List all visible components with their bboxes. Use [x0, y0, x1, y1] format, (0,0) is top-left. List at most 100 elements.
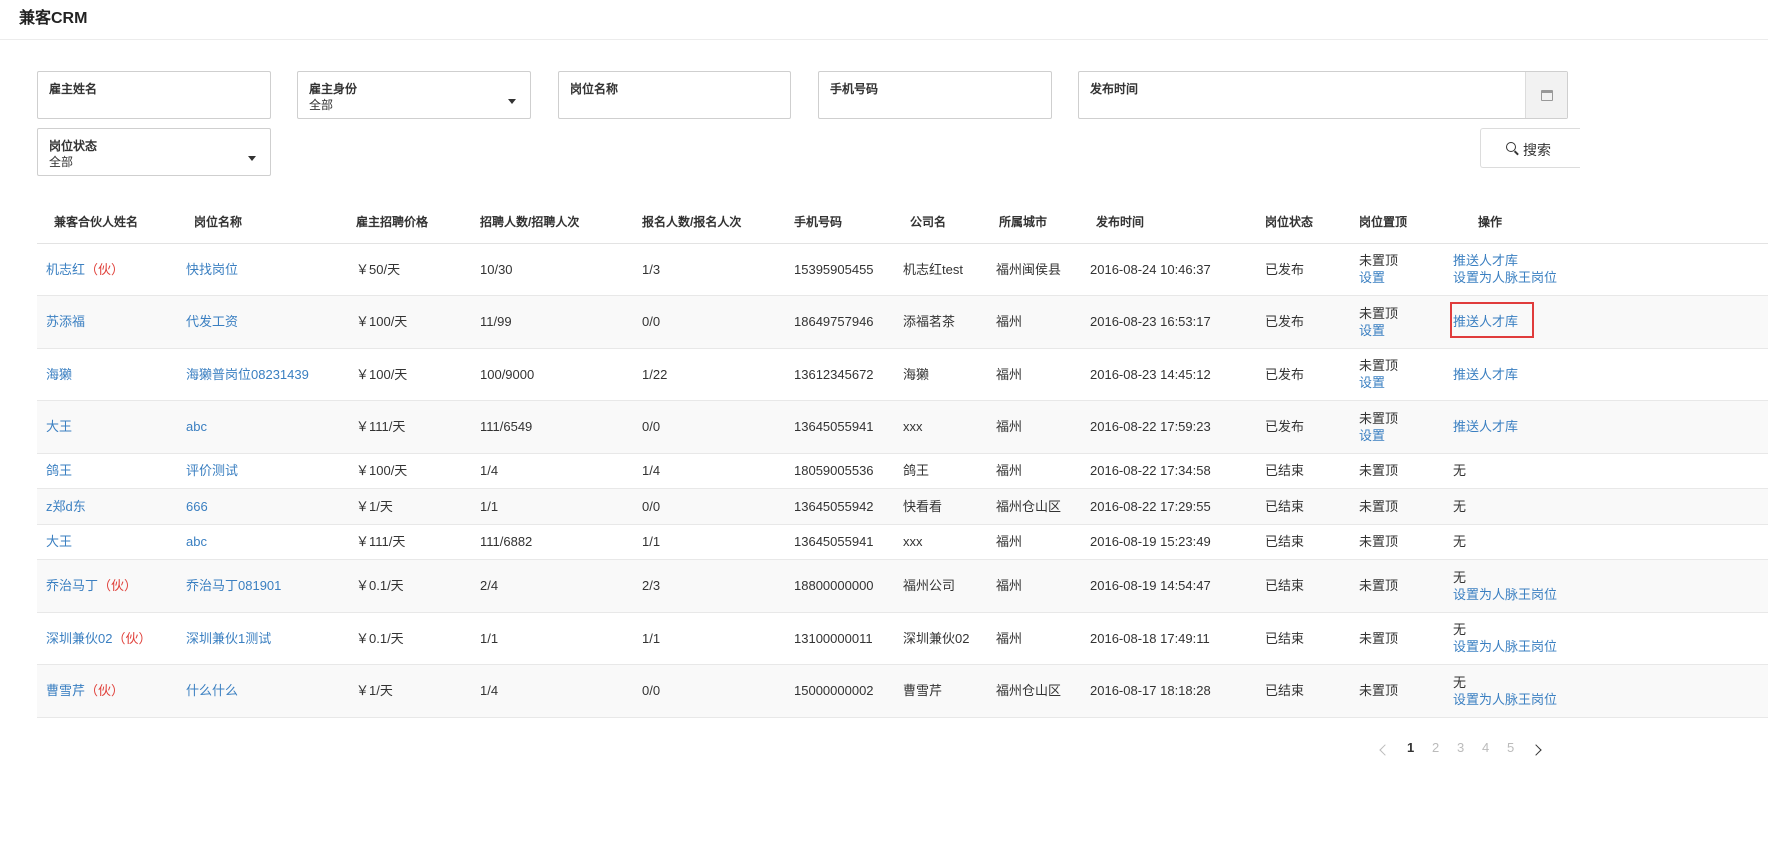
- top-status-text: 未置顶: [1359, 630, 1399, 646]
- table-cell: 1/1: [463, 612, 624, 665]
- table-row: z郑d东 666 ￥1/天 1/1 0/0 13645055942 快看看 福州仓山区 2016…: [37, 488, 1768, 525]
- set-network-king-link[interactable]: 设置为人脉王岗位: [1453, 586, 1768, 603]
- job-title-link[interactable]: 快找岗位: [186, 262, 238, 277]
- chevron-right-icon[interactable]: [1530, 744, 1542, 756]
- table-cell: 什么什么: [177, 664, 346, 718]
- table-cell: 2/3: [624, 559, 785, 613]
- phone-filter[interactable]: 手机号码: [818, 71, 1052, 119]
- partner-name-link[interactable]: 海獭: [46, 367, 72, 382]
- no-action-text: 无: [1453, 674, 1467, 690]
- job-title-link[interactable]: abc: [186, 534, 207, 549]
- chevron-left-icon[interactable]: [1379, 744, 1391, 756]
- apply-count: 1/3: [642, 261, 661, 277]
- table-cell: 福州仓山区: [993, 664, 1088, 718]
- set-top-link[interactable]: 设置: [1359, 374, 1448, 391]
- push-talent-pool-link[interactable]: 推送人才库: [1453, 418, 1768, 435]
- top-status-text: 未置顶: [1359, 534, 1399, 550]
- city-text: 福州闽侯县: [996, 261, 1062, 277]
- push-talent-pool-link[interactable]: 推送人才库: [1453, 252, 1768, 269]
- pagination: 1 2 3 4 5: [1376, 740, 1546, 760]
- employer-identity-select[interactable]: 雇主身份 全部: [297, 71, 531, 119]
- table-cell: 苏添福: [37, 295, 177, 349]
- recruit-count: 1/1: [480, 498, 499, 514]
- page-2[interactable]: 2: [1432, 740, 1439, 755]
- job-title-link[interactable]: 乔治马丁081901: [186, 578, 281, 593]
- price-text: ￥111/天: [356, 419, 406, 435]
- job-title-link[interactable]: 评价测试: [186, 463, 238, 478]
- partner-name-link[interactable]: 深圳兼伙02: [46, 631, 112, 646]
- job-title-filter[interactable]: 岗位名称: [558, 71, 791, 119]
- job-status-label: 岗位状态: [49, 139, 98, 153]
- table-header: 兼客合伙人姓名 岗位名称 雇主招聘价格 招聘人数/招聘人次 报名人数/报名人次 …: [37, 201, 1768, 244]
- table-cell: 大王: [37, 400, 177, 454]
- table-cell: 100/9000: [463, 348, 624, 401]
- job-title-input[interactable]: [570, 96, 770, 110]
- table-cell: 13645055941: [785, 400, 901, 454]
- top-status-text: 未置顶: [1359, 463, 1399, 479]
- publish-time-filter[interactable]: 发布时间: [1078, 71, 1568, 119]
- table-cell: 15395905455: [785, 243, 901, 296]
- set-network-king-link[interactable]: 设置为人脉王岗位: [1453, 269, 1768, 286]
- recruit-count: 11/99: [480, 314, 512, 330]
- employer-name-filter[interactable]: 雇主姓名: [37, 71, 271, 119]
- job-status-select[interactable]: 岗位状态 全部: [37, 128, 271, 176]
- publish-time-text: 2016-08-22 17:34:58: [1090, 463, 1211, 479]
- phone-input[interactable]: [830, 96, 1030, 110]
- partner-name-link[interactable]: 机志红: [46, 262, 85, 277]
- job-title-link[interactable]: 什么什么: [186, 683, 238, 698]
- column-header: 报名人数/报名人次: [624, 201, 785, 244]
- job-title-link[interactable]: 代发工资: [186, 314, 238, 329]
- table-cell: 13612345672: [785, 348, 901, 401]
- column-header: 所属城市: [993, 201, 1088, 244]
- table-cell: 未置顶: [1351, 453, 1448, 489]
- table-cell: ￥0.1/天: [346, 612, 463, 665]
- table-cell: 2016-08-23 14:45:12: [1088, 348, 1255, 401]
- set-network-king-link[interactable]: 设置为人脉王岗位: [1453, 638, 1768, 655]
- job-title-link[interactable]: abc: [186, 419, 207, 434]
- calendar-button[interactable]: [1525, 72, 1567, 118]
- partner-name-link[interactable]: 苏添福: [46, 314, 85, 329]
- partner-name-link[interactable]: z郑d东: [46, 499, 86, 514]
- partner-name-link[interactable]: 鸽王: [46, 463, 72, 478]
- table-cell: ￥100/天: [346, 295, 463, 349]
- table-cell: xxx: [901, 524, 993, 560]
- highlight-box: [1450, 302, 1534, 338]
- partner-name-link[interactable]: 大王: [46, 419, 72, 434]
- set-top-link[interactable]: 设置: [1359, 269, 1448, 286]
- page-5[interactable]: 5: [1507, 740, 1514, 755]
- page-4[interactable]: 4: [1482, 740, 1489, 755]
- publish-time-text: 2016-08-17 18:18:28: [1090, 683, 1211, 699]
- top-status-text: 未置顶: [1359, 358, 1399, 374]
- search-button[interactable]: 搜索: [1480, 128, 1580, 168]
- city-text: 福州仓山区: [996, 683, 1062, 699]
- publish-time-input[interactable]: [1090, 96, 1290, 110]
- employer-name-input[interactable]: [49, 96, 249, 110]
- price-text: ￥100/天: [356, 463, 408, 479]
- page-1[interactable]: 1: [1407, 740, 1414, 755]
- recruit-count: 1/4: [480, 463, 499, 479]
- table-cell: 福州: [993, 559, 1088, 613]
- table-cell: 福州: [993, 348, 1088, 401]
- table-cell: 1/4: [463, 453, 624, 489]
- push-talent-pool-link[interactable]: 推送人才库: [1453, 366, 1768, 383]
- table-cell: 已结束: [1255, 612, 1351, 665]
- table-cell: 福州: [993, 400, 1088, 454]
- phone-text: 15395905455: [794, 261, 874, 277]
- job-title-link[interactable]: 深圳兼伙1测试: [186, 631, 271, 646]
- table-cell: 福州公司: [901, 559, 993, 613]
- partner-name-link[interactable]: 乔治马丁: [46, 578, 98, 593]
- set-network-king-link[interactable]: 设置为人脉王岗位: [1453, 691, 1768, 708]
- page-3[interactable]: 3: [1457, 740, 1464, 755]
- job-title-link[interactable]: 海獭普岗位08231439: [186, 367, 309, 382]
- apply-count: 2/3: [642, 578, 661, 594]
- set-top-link[interactable]: 设置: [1359, 427, 1448, 444]
- partner-name-link[interactable]: 曹雪芹: [46, 683, 85, 698]
- company-text: 福州公司: [903, 578, 956, 594]
- table-cell: ￥1/天: [346, 488, 463, 525]
- recruit-count: 111/6549: [480, 419, 533, 435]
- table-cell: 添福茗茶: [901, 295, 993, 349]
- set-top-link[interactable]: 设置: [1359, 322, 1448, 339]
- partner-name-link[interactable]: 大王: [46, 534, 72, 549]
- job-title-link[interactable]: 666: [186, 499, 208, 514]
- status-text: 已结束: [1265, 463, 1305, 479]
